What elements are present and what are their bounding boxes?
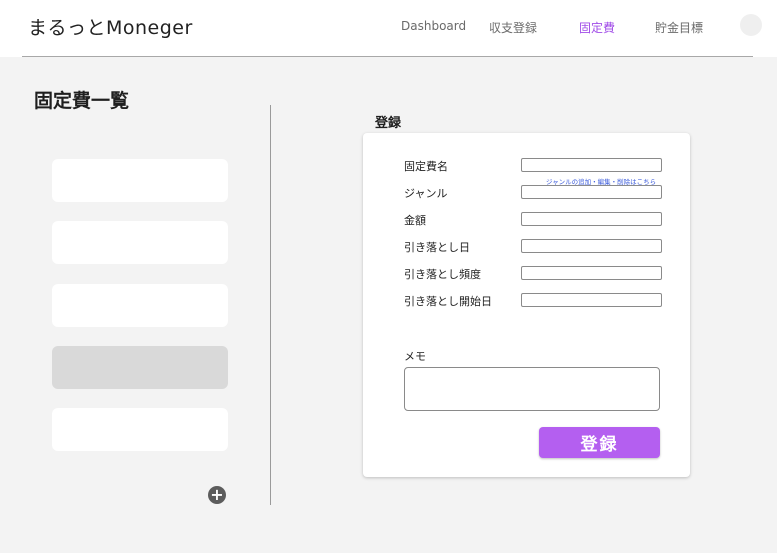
genre-input[interactable] (521, 185, 662, 199)
app-title: まるっとMoneger (28, 17, 193, 39)
amount-input[interactable] (521, 212, 662, 226)
nav-savings-goal[interactable]: 貯金目標 (655, 19, 703, 36)
fixed-cost-list-title: 固定費一覧 (34, 90, 130, 112)
nav-fixed-costs[interactable]: 固定費 (579, 19, 615, 36)
memo-textarea[interactable] (404, 367, 660, 411)
fixed-cost-item-selected[interactable] (52, 346, 228, 389)
add-fixed-cost-button[interactable]: + (208, 486, 226, 504)
fixed-cost-item[interactable] (52, 221, 228, 264)
memo-label: メモ (404, 350, 426, 363)
plus-circle-icon: + (210, 485, 224, 504)
field-label-debit-day: 引き落とし日 (404, 241, 470, 254)
debit-frequency-input[interactable] (521, 266, 662, 280)
field-label-amount: 金額 (404, 214, 426, 227)
form-heading: 登録 (375, 116, 402, 131)
app-header: まるっとMoneger Dashboard 収支登録 固定費 貯金目標 (0, 0, 777, 57)
field-label-debit-frequency: 引き落とし頻度 (404, 268, 481, 281)
fixed-cost-item[interactable] (52, 408, 228, 451)
avatar[interactable] (740, 14, 762, 36)
fixed-cost-name-input[interactable] (521, 158, 662, 172)
fixed-cost-item[interactable] (52, 159, 228, 202)
field-label-start-date: 引き落とし開始日 (404, 295, 492, 308)
field-label-name: 固定費名 (404, 160, 448, 173)
debit-day-input[interactable] (521, 239, 662, 253)
vertical-divider (270, 105, 271, 505)
nav-income-expense[interactable]: 収支登録 (489, 19, 537, 36)
fixed-cost-item[interactable] (52, 284, 228, 327)
field-label-genre: ジャンル (404, 187, 448, 200)
register-button[interactable]: 登録 (539, 427, 660, 458)
header-divider (22, 56, 753, 57)
nav-dashboard[interactable]: Dashboard (401, 19, 466, 33)
debit-start-date-input[interactable] (521, 293, 662, 307)
registration-form: 固定費名 ジャンルの追加・編集・削除はこちら ジャンル 金額 引き落とし日 引き… (363, 133, 690, 477)
